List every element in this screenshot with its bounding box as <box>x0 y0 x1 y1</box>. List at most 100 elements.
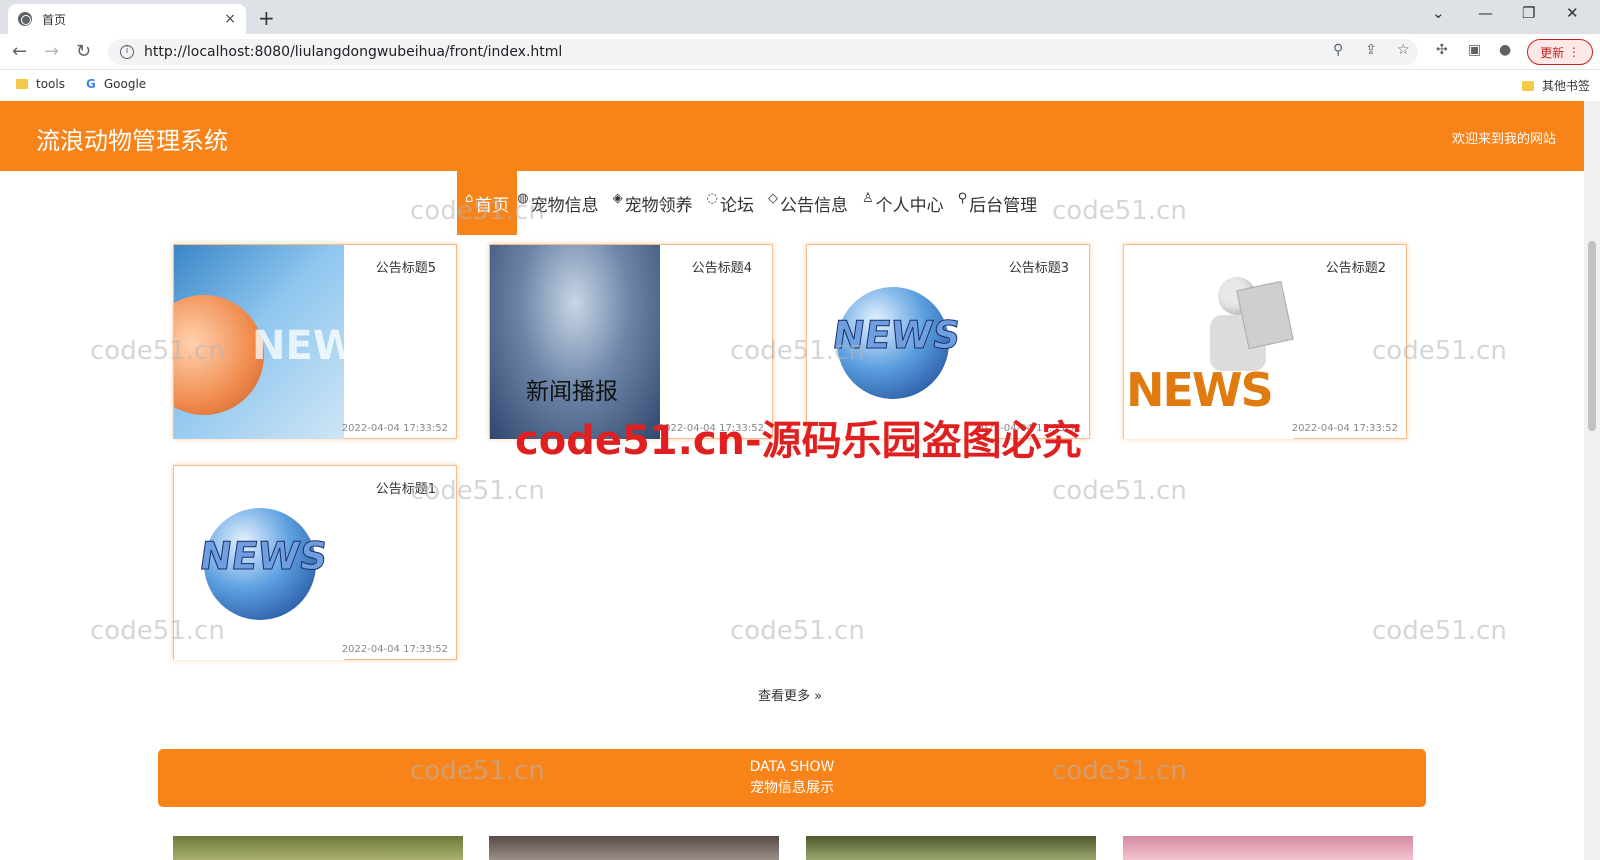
tab-title: 首页 <box>42 12 67 27</box>
menu-item-user-center[interactable]: ♙ 个人中心 <box>862 171 958 235</box>
main-menu: ⌂ 首页 ◍ 宠物信息 ◈ 宠物领养 ◌ 论坛 ◇ 公告信息 ♙ 个人中心 ⚲ … <box>457 171 1051 235</box>
notice-image: NEWS <box>174 466 344 660</box>
data-show-title: DATA SHOW <box>749 759 835 775</box>
folder-icon <box>1522 80 1534 91</box>
data-show-subtitle: 宠物信息展示 <box>750 780 834 796</box>
menu-item-home[interactable]: ⌂ 首页 <box>457 171 518 235</box>
bookmark-google[interactable]: G Google <box>86 77 146 91</box>
google-icon: G <box>86 77 96 91</box>
pet-image[interactable] <box>489 836 779 860</box>
notice-title: 公告标题3 <box>1008 261 1069 276</box>
site-title: 流浪动物管理系统 <box>36 127 228 155</box>
forward-icon[interactable]: → <box>44 41 59 62</box>
notice-card[interactable]: NEW 公告标题5 2022-04-04 17:33:52 <box>173 244 457 439</box>
notice-card[interactable]: 新闻播报 公告标题4 2022-04-04 17:33:52 <box>489 244 773 439</box>
notice-image: NEW <box>174 245 344 439</box>
tab-search-icon[interactable]: ⌄ <box>1432 4 1445 22</box>
menu-label: 首页 <box>475 196 510 216</box>
view-more-link[interactable]: 查看更多 » <box>758 685 822 704</box>
update-button[interactable]: 更新 ⋮ <box>1527 39 1593 65</box>
bookmark-tools[interactable]: tools <box>16 77 65 91</box>
menu-item-pet-info[interactable]: ◍ 宠物信息 <box>517 171 612 235</box>
notice-title: 公告标题2 <box>1325 261 1386 276</box>
notice-date: 2022-04-04 17:33:52 <box>341 423 448 434</box>
watermark: code51.cn <box>1052 196 1187 226</box>
star-icon[interactable]: ☆ <box>1397 42 1410 58</box>
menu-label: 宠物信息 <box>530 196 599 216</box>
notice-image: 新闻播报 <box>490 245 660 439</box>
image-caption: NEWS <box>829 313 964 358</box>
extensions-icon[interactable]: ✣ <box>1436 42 1448 58</box>
scrollbar-thumb[interactable] <box>1588 241 1596 431</box>
zoom-icon[interactable]: ⚲ <box>1333 42 1343 58</box>
side-panel-icon[interactable]: ▣ <box>1468 42 1481 58</box>
share-icon[interactable]: ⇪ <box>1365 42 1377 58</box>
menu-label: 后台管理 <box>969 196 1038 216</box>
user-icon: ♙ <box>861 191 874 206</box>
profile-icon[interactable]: ● <box>1499 42 1511 58</box>
notice-icon: ◇ <box>767 191 778 206</box>
globe-icon: ◍ <box>517 191 529 206</box>
image-caption: NEWS <box>1126 363 1274 417</box>
menu-item-admin[interactable]: ⚲ 后台管理 <box>958 171 1052 235</box>
browser-tab[interactable]: 首页 × <box>8 4 246 34</box>
notice-title: 公告标题1 <box>375 482 436 497</box>
other-bookmarks-label: 其他书签 <box>1542 79 1591 93</box>
site-info-icon[interactable]: i <box>120 45 134 59</box>
update-label: 更新 <box>1540 45 1565 60</box>
site-header: 流浪动物管理系统 欢迎来到我的网站 <box>0 101 1584 171</box>
notice-date: 2022-04-04 17:33:52 <box>657 423 764 434</box>
page-content: 流浪动物管理系统 欢迎来到我的网站 ⌂ 首页 ◍ 宠物信息 ◈ 宠物领养 ◌ 论… <box>0 101 1584 860</box>
restore-icon[interactable]: ❐ <box>1522 4 1535 22</box>
menu-item-adoption[interactable]: ◈ 宠物领养 <box>613 171 707 235</box>
notice-card[interactable]: NEWS 公告标题3 2022-04-04 17:33:52 <box>806 244 1090 439</box>
other-bookmarks[interactable]: 其他书签 <box>1522 77 1590 94</box>
layers-icon: ◈ <box>612 191 623 206</box>
minimize-icon[interactable]: — <box>1478 4 1493 22</box>
back-icon[interactable]: ← <box>12 41 27 62</box>
browser-tabbar: 首页 × + ⌄ — ❐ ✕ <box>0 0 1600 34</box>
notice-date: 2022-04-04 17:33:52 <box>341 644 448 655</box>
image-caption: 新闻播报 <box>526 379 618 405</box>
reload-icon[interactable]: ↻ <box>76 41 91 62</box>
notice-title: 公告标题5 <box>375 261 436 276</box>
globe-icon <box>18 12 32 26</box>
data-show-banner: DATA SHOW 宠物信息展示 <box>158 749 1426 807</box>
url-bar[interactable]: i http://localhost:8080/liulangdongwubei… <box>108 39 1418 65</box>
url-text: http://localhost:8080/liulangdongwubeihu… <box>144 44 563 60</box>
pet-image[interactable] <box>173 836 463 860</box>
close-tab-icon[interactable]: × <box>224 11 236 27</box>
address-bar: ← → ↻ i http://localhost:8080/liulangdon… <box>0 34 1600 70</box>
welcome-text: 欢迎来到我的网站 <box>1451 132 1556 147</box>
page-scrollbar[interactable] <box>1584 101 1600 860</box>
new-tab-button[interactable]: + <box>258 6 275 30</box>
notice-date: 2022-04-04 17:33:52 <box>1291 423 1398 434</box>
notice-card[interactable]: NEWS 公告标题2 2022-04-04 17:33:52 <box>1123 244 1407 439</box>
menu-item-forum[interactable]: ◌ 论坛 <box>707 171 768 235</box>
home-icon: ⌂ <box>465 191 474 206</box>
watermark: code51.cn <box>1052 476 1187 506</box>
menu-label: 公告信息 <box>779 196 848 216</box>
pet-image[interactable] <box>1123 836 1413 860</box>
watermark: code51.cn <box>1372 616 1507 646</box>
bookmark-label: tools <box>36 77 65 91</box>
bookmarks-bar: tools G Google 其他书签 <box>0 70 1600 100</box>
image-caption: NEWS <box>196 534 331 579</box>
watermark: code51.cn <box>730 616 865 646</box>
notice-card[interactable]: NEWS 公告标题1 2022-04-04 17:33:52 <box>173 465 457 660</box>
notice-image: NEWS <box>807 245 977 439</box>
notice-title: 公告标题4 <box>691 261 752 276</box>
folder-icon <box>16 79 28 89</box>
notice-image: NEWS <box>1124 245 1294 439</box>
menu-label: 论坛 <box>719 196 754 216</box>
link-icon: ⚲ <box>957 191 968 206</box>
menu-label: 宠物领养 <box>624 196 693 216</box>
close-window-icon[interactable]: ✕ <box>1566 4 1579 22</box>
image-caption: NEW <box>252 323 344 369</box>
bookmark-label: Google <box>103 77 147 91</box>
notice-date: 2022-04-04 17:33:52 <box>974 423 1081 434</box>
menu-item-notices[interactable]: ◇ 公告信息 <box>768 171 862 235</box>
pet-image[interactable] <box>806 836 1096 860</box>
menu-label: 个人中心 <box>875 196 944 216</box>
chat-icon: ◌ <box>706 191 718 206</box>
